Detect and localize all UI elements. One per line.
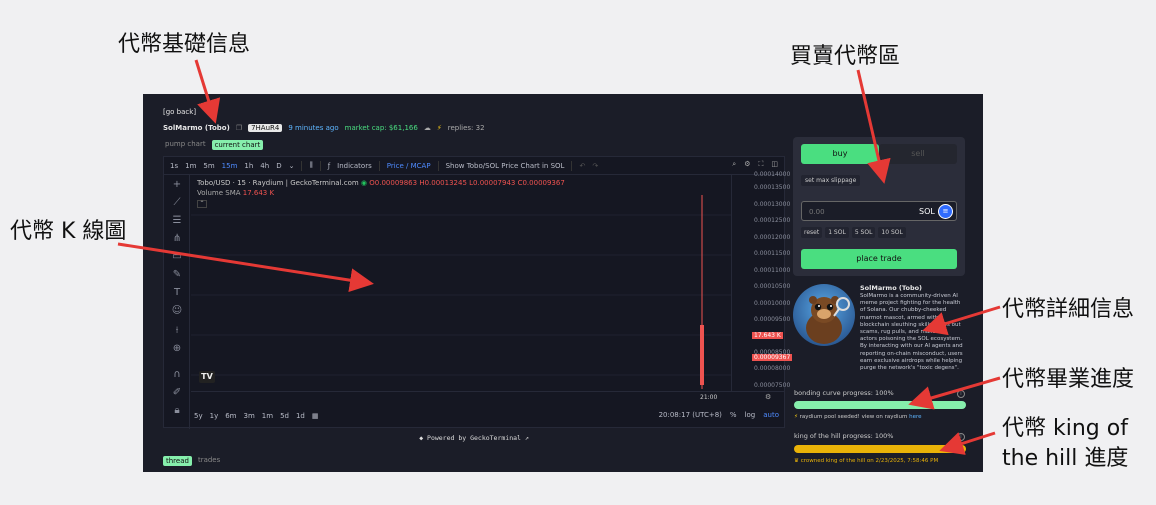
annotation-arrows bbox=[117, 59, 1001, 455]
arrow-trade-area bbox=[856, 69, 891, 184]
arrow-details bbox=[922, 305, 1001, 336]
arrow-basic-info bbox=[194, 59, 221, 124]
arrow-kline bbox=[117, 242, 374, 293]
arrow-king bbox=[939, 431, 996, 455]
arrow-graduation bbox=[908, 376, 1001, 410]
